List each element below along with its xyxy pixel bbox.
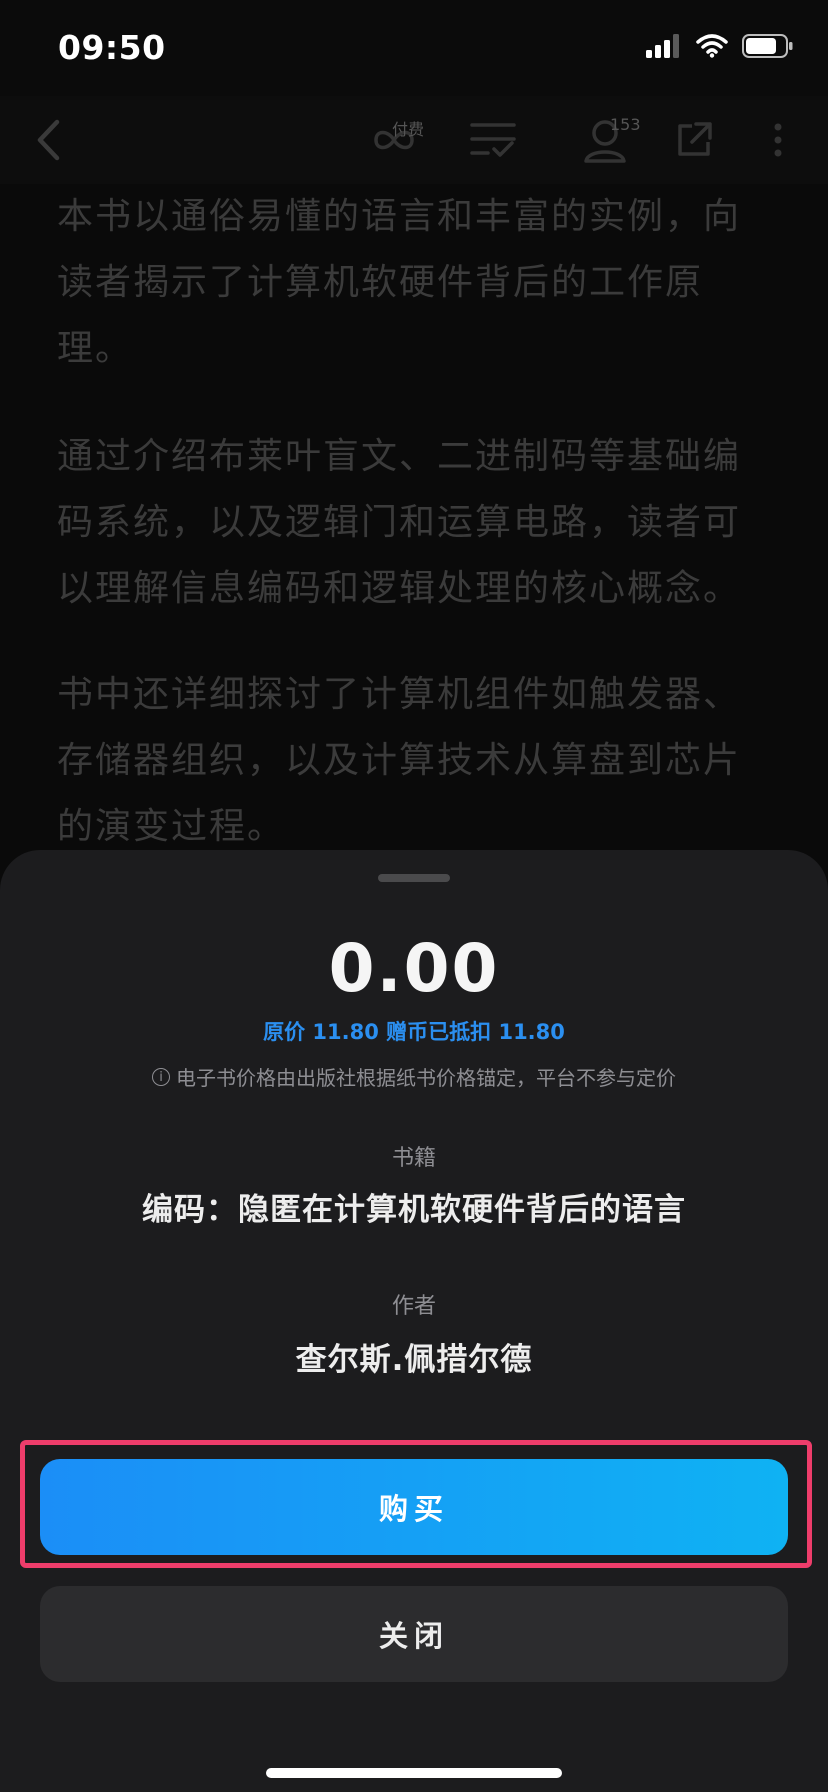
status-bar: 09:50 <box>0 0 828 96</box>
paid-label: 付费 <box>392 120 425 139</box>
info-icon: i <box>152 1067 170 1086</box>
author-name: 查尔斯.佩措尔德 <box>295 1342 533 1378</box>
more-button[interactable] <box>758 96 798 184</box>
sheet-grabber[interactable] <box>378 874 450 882</box>
paid-listen-button[interactable]: 付费 <box>352 96 436 184</box>
notes-button[interactable] <box>462 96 524 184</box>
share-button[interactable] <box>668 96 720 184</box>
close-button[interactable]: 关闭 <box>40 1586 788 1682</box>
author-label: 作者 <box>391 1294 436 1319</box>
status-icons <box>646 34 794 58</box>
price-value: 0.00 <box>328 930 500 1007</box>
book-label: 书籍 <box>391 1146 436 1171</box>
battery-icon <box>742 34 793 58</box>
nav-bar: 付费 153 <box>0 96 828 184</box>
wifi-icon <box>696 34 728 58</box>
notes-icon <box>470 123 516 157</box>
share-icon <box>678 122 712 156</box>
cellular-signal-icon <box>646 34 679 58</box>
pricing-notice-text: 电子书价格由出版社根据纸书价格锚定，平台不参与定价 <box>176 1066 676 1090</box>
readers-button[interactable]: 153 <box>564 96 648 184</box>
paragraph: 本书以通俗易懂的语言和丰富的实例，向读者揭示了计算机软硬件背后的工作原理。 <box>57 196 742 369</box>
book-title: 编码：隐匿在计算机软硬件背后的语言 <box>142 1192 686 1228</box>
pricing-notice: i 电子书价格由出版社根据纸书价格锚定，平台不参与定价 <box>0 1062 828 1091</box>
home-indicator[interactable] <box>266 1768 562 1778</box>
buy-button[interactable]: 购买 <box>40 1459 788 1555</box>
status-time: 09:50 <box>58 28 166 67</box>
more-vertical-icon <box>774 123 782 157</box>
price-detail: 原价 11.80 赠币已抵扣 11.80 <box>263 1020 565 1044</box>
chevron-left-icon <box>37 119 60 161</box>
back-button[interactable] <box>18 96 78 184</box>
reader-count: 153 <box>610 115 641 134</box>
book-text-area: 本书以通俗易懂的语言和丰富的实例，向读者揭示了计算机软硬件背后的工作原理。 通过… <box>0 184 828 864</box>
paragraph: 通过介绍布莱叶盲文、二进制码等基础编码系统，以及逻辑门和运算电路，读者可以理解信… <box>57 436 742 609</box>
purchase-sheet: 0.00 原价 11.80 赠币已抵扣 11.80 i 电子书价格由出版社根据纸… <box>0 850 828 1792</box>
paragraph: 书中还详细探讨了计算机组件如触发器、存储器组织，以及计算技术从算盘到芯片的演变过… <box>57 674 742 847</box>
